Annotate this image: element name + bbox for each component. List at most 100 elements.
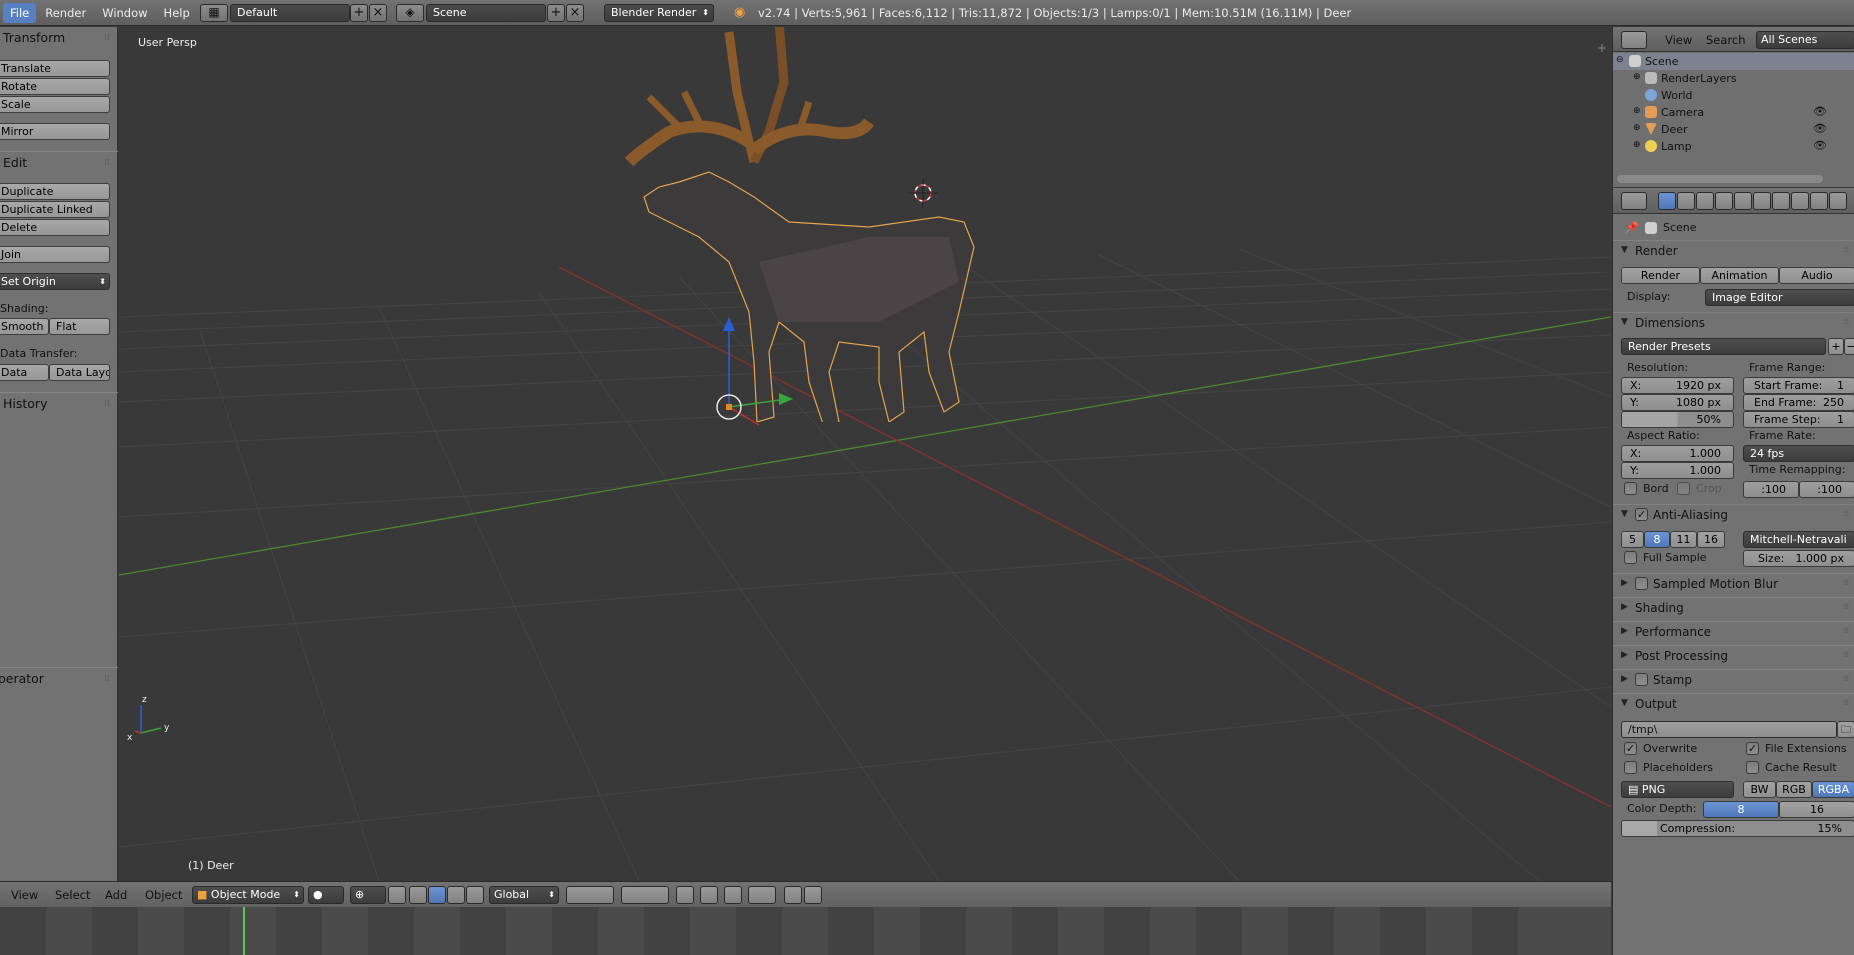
- visibility-eye-icon[interactable]: 👁: [1813, 122, 1827, 135]
- outliner-item-deer[interactable]: ⊕ Deer 👁: [1613, 121, 1854, 138]
- animation-button[interactable]: Animation: [1700, 267, 1779, 284]
- outliner-item-camera[interactable]: ⊕ Camera 👁: [1613, 104, 1854, 121]
- flat-button[interactable]: Flat: [49, 318, 110, 335]
- material-context-icon[interactable]: [1810, 192, 1828, 210]
- grip-icon[interactable]: ⁞⁞: [104, 33, 110, 43]
- scene-field[interactable]: Scene: [426, 4, 546, 22]
- expand-icon[interactable]: ⊕: [1633, 123, 1641, 133]
- 3d-viewport[interactable]: z y x User Persp (1) Deer +: [119, 27, 1611, 881]
- orientation-icon[interactable]: [388, 886, 406, 904]
- view-menu[interactable]: View: [11, 888, 38, 902]
- transform-orientation-select[interactable]: Global ⬍: [489, 886, 559, 904]
- render-layers-context-icon[interactable]: [1677, 192, 1695, 210]
- data-context-icon[interactable]: [1791, 192, 1809, 210]
- history-header[interactable]: History: [3, 396, 47, 411]
- snap-element-icon[interactable]: [748, 886, 776, 904]
- grip-icon[interactable]: ⁞⁞: [1844, 650, 1849, 659]
- cache-result-checkbox[interactable]: [1746, 761, 1759, 774]
- screen-layout-icon[interactable]: ▦: [200, 4, 228, 22]
- object-context-icon[interactable]: [1734, 192, 1752, 210]
- expand-icon[interactable]: ⊕: [1633, 72, 1641, 82]
- stamp-checkbox[interactable]: [1635, 673, 1648, 686]
- grip-icon[interactable]: ⁞⁞: [1844, 602, 1849, 611]
- motion-blur-checkbox[interactable]: [1635, 577, 1648, 590]
- grip-icon[interactable]: ⁞⁞: [1844, 317, 1849, 326]
- translate-button[interactable]: Translate: [0, 60, 110, 77]
- performance-panel-header[interactable]: ▶ Performance ⁞⁞: [1613, 621, 1854, 641]
- transform-manipulator[interactable]: [679, 307, 799, 427]
- file-extensions-checkbox[interactable]: ✓: [1746, 742, 1759, 755]
- grip-icon[interactable]: ⁞⁞: [1844, 626, 1849, 635]
- scene-layers-2-icon[interactable]: [621, 886, 669, 904]
- manipulator-toggle-icon[interactable]: [409, 886, 427, 904]
- color-rgb-button[interactable]: RGB: [1776, 781, 1812, 798]
- menu-window[interactable]: Window: [95, 3, 154, 23]
- outliner-view-menu[interactable]: View: [1665, 33, 1692, 47]
- operator-header[interactable]: Operator: [0, 671, 44, 686]
- color-rgba-button[interactable]: RGBA: [1812, 781, 1854, 798]
- editor-type-icon[interactable]: [1621, 192, 1647, 210]
- grip-icon[interactable]: ⁞⁞: [1844, 674, 1849, 683]
- scene-icon[interactable]: ◈: [396, 4, 424, 22]
- grip-icon[interactable]: ⁞⁞: [104, 674, 110, 684]
- render-button[interactable]: Render: [1621, 267, 1700, 284]
- time-remap-new-field[interactable]: :100: [1799, 481, 1854, 498]
- render-engine-select[interactable]: Blender Render ⬍: [604, 4, 714, 22]
- outliner-search-menu[interactable]: Search: [1706, 33, 1746, 47]
- aspect-x-field[interactable]: X: 1.000: [1621, 445, 1734, 462]
- scene-context-icon[interactable]: [1696, 192, 1714, 210]
- add-scene-button[interactable]: +: [547, 4, 565, 22]
- menu-help[interactable]: Help: [157, 3, 197, 23]
- scale-button[interactable]: Scale: [0, 96, 110, 113]
- resolution-x-field[interactable]: X: 1920 px: [1621, 377, 1734, 394]
- grip-icon[interactable]: ⁞⁞: [104, 158, 110, 168]
- aa-sample-11-button[interactable]: 11: [1670, 531, 1697, 548]
- proportional-edit-icon[interactable]: [700, 886, 718, 904]
- menu-render[interactable]: Render: [38, 3, 93, 23]
- properties-toggle-icon[interactable]: +: [1597, 41, 1607, 55]
- anti-aliasing-checkbox[interactable]: ✓: [1635, 508, 1648, 521]
- data-layout-button[interactable]: Data Layo: [49, 364, 110, 381]
- smooth-button[interactable]: Smooth: [0, 318, 49, 335]
- render-presets-select[interactable]: Render Presets: [1621, 338, 1826, 355]
- placeholders-checkbox[interactable]: [1624, 761, 1637, 774]
- resolution-y-field[interactable]: Y: 1080 px: [1621, 394, 1734, 411]
- expand-icon[interactable]: ⊕: [1633, 140, 1641, 150]
- scene-layers-icon[interactable]: [566, 886, 614, 904]
- frame-step-field[interactable]: Frame Step: 1: [1743, 411, 1854, 428]
- frame-rate-select[interactable]: 24 fps: [1743, 445, 1854, 462]
- resolution-percentage-slider[interactable]: 50%: [1621, 411, 1734, 428]
- expand-icon[interactable]: ⊕: [1633, 106, 1641, 116]
- file-browse-icon[interactable]: 🗀: [1837, 721, 1854, 738]
- collapse-icon[interactable]: ⊖: [1616, 55, 1624, 65]
- texture-context-icon[interactable]: [1829, 192, 1847, 210]
- properties-editor[interactable]: 📌 Scene ▼ Render ⁞⁞ Render Animation Aud…: [1612, 188, 1854, 955]
- aspect-y-field[interactable]: Y: 1.000: [1621, 462, 1734, 479]
- duplicate-button[interactable]: Duplicate: [0, 183, 110, 200]
- world-context-icon[interactable]: [1715, 192, 1733, 210]
- outliner-item-lamp[interactable]: ⊕ Lamp 👁: [1613, 138, 1854, 155]
- add-screen-button[interactable]: +: [350, 4, 368, 22]
- compression-slider[interactable]: Compression: 15%: [1621, 820, 1854, 837]
- translate-manipulator-icon[interactable]: [428, 886, 446, 904]
- visibility-eye-icon[interactable]: 👁: [1813, 105, 1827, 118]
- outliner-item-renderlayers[interactable]: ⊕ RenderLayers: [1613, 70, 1854, 87]
- grip-icon[interactable]: ⁞⁞: [1844, 698, 1849, 707]
- outliner-item-scene[interactable]: ⊖ Scene: [1613, 53, 1854, 70]
- crop-checkbox[interactable]: [1677, 482, 1690, 495]
- snap-toggle-icon[interactable]: [724, 886, 742, 904]
- pin-icon[interactable]: 📌: [1625, 221, 1639, 234]
- output-path-field[interactable]: /tmp\: [1621, 721, 1837, 738]
- aa-filter-size-field[interactable]: Size: 1.000 px: [1743, 550, 1854, 567]
- outliner-filter-select[interactable]: All Scenes: [1756, 31, 1854, 49]
- menu-file[interactable]: File: [3, 3, 37, 23]
- add-preset-button[interactable]: +: [1828, 338, 1844, 355]
- full-sample-checkbox[interactable]: [1624, 551, 1637, 564]
- grip-icon[interactable]: ⁞⁞: [1844, 509, 1849, 518]
- audio-button[interactable]: Audio: [1779, 267, 1854, 284]
- screen-layout-field[interactable]: Default: [230, 4, 350, 22]
- add-menu[interactable]: Add: [105, 888, 127, 902]
- grip-icon[interactable]: ⁞⁞: [1844, 578, 1849, 587]
- remove-preset-button[interactable]: −: [1844, 338, 1854, 355]
- editor-type-icon[interactable]: [1621, 31, 1647, 49]
